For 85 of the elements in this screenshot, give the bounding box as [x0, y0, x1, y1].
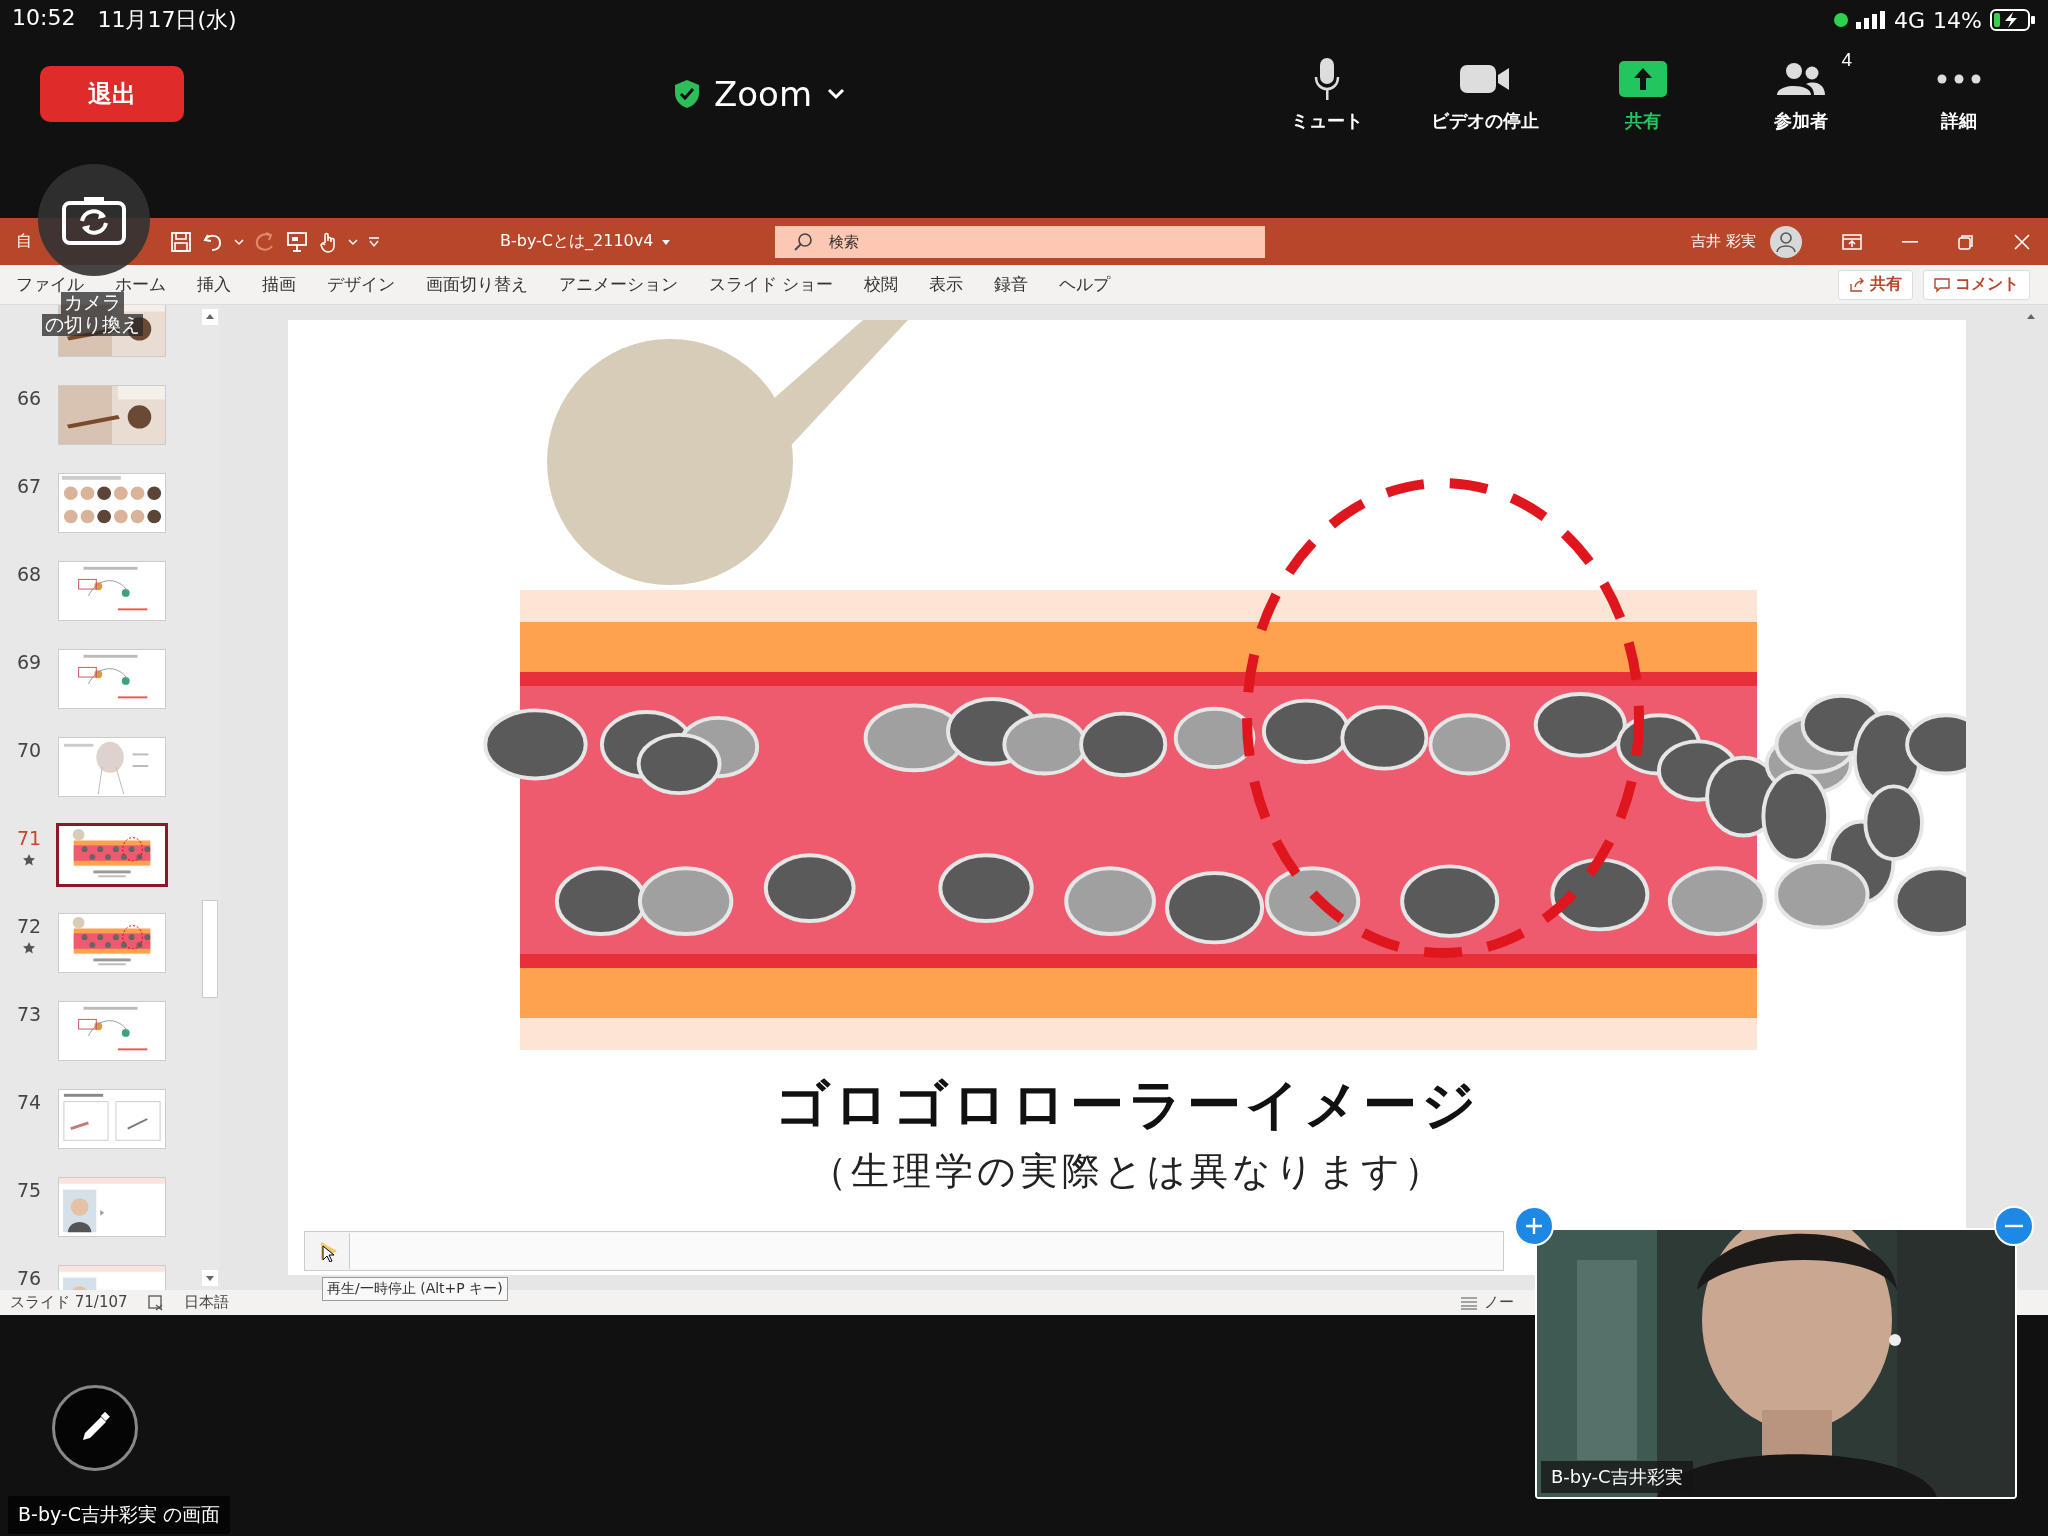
- share-button[interactable]: 共有: [1838, 269, 1913, 300]
- camera-switch-label: の切り換え: [42, 313, 143, 336]
- close-icon[interactable]: [2014, 233, 2030, 250]
- ribbon-tab[interactable]: 表示: [929, 273, 964, 296]
- touch-mode-icon[interactable]: [318, 230, 338, 253]
- scrollbar-thumb[interactable]: [202, 900, 218, 998]
- chevron-down-icon[interactable]: [826, 87, 846, 101]
- share-icon: [1849, 276, 1865, 293]
- accessibility-check-icon[interactable]: [147, 1294, 164, 1311]
- more-icon: [1937, 74, 1981, 84]
- slide-subtitle: （生理学の実際とは異なります）: [808, 1148, 1446, 1195]
- mic-control[interactable]: ミュート: [1248, 55, 1406, 133]
- search-icon: [793, 231, 814, 252]
- control-label: 詳細: [1941, 110, 1977, 133]
- camera-indicator-icon: [1834, 13, 1849, 27]
- minus-icon: [2004, 1224, 2024, 1228]
- slide-number: 74: [16, 1091, 42, 1113]
- control-label: ビデオの停止: [1431, 110, 1539, 133]
- ribbon-tab[interactable]: 描画: [262, 273, 296, 296]
- video-control[interactable]: ビデオの停止: [1406, 55, 1564, 133]
- ribbon-tab[interactable]: 挿入: [197, 273, 231, 296]
- clock-time: 10:52: [12, 5, 76, 32]
- tooltip: 再生/一時停止 (Alt+P キー): [322, 1277, 508, 1301]
- scroll-down-icon[interactable]: [202, 1270, 218, 1286]
- slide-title: ゴロゴロローラーイメージ: [774, 1072, 1480, 1138]
- network-type: 4G: [1894, 7, 1926, 33]
- control-label: 参加者: [1774, 110, 1828, 133]
- share-screen-icon: [1619, 61, 1667, 97]
- slide-number: 75: [16, 1179, 42, 1201]
- save-icon[interactable]: [170, 230, 192, 253]
- signal-icon: [1856, 11, 1887, 29]
- ribbon-tab[interactable]: デザイン: [327, 273, 395, 296]
- slide-number: 69: [16, 651, 42, 673]
- ribbon-tab[interactable]: アニメーション: [559, 273, 678, 296]
- camera-switch-label: カメラ: [61, 292, 124, 314]
- customize-icon[interactable]: [368, 235, 380, 248]
- share-control[interactable]: 共有: [1564, 55, 1722, 133]
- user-name: 吉井 彩実: [1691, 232, 1756, 251]
- ribbon-tab[interactable]: 校閲: [864, 273, 899, 296]
- restore-icon[interactable]: [1958, 233, 1974, 250]
- comment-icon: [1934, 276, 1950, 293]
- language-label[interactable]: 日本語: [183, 1293, 229, 1312]
- ribbon-tab[interactable]: 録音: [994, 273, 1029, 296]
- ribbon-tab[interactable]: 画面切り替え: [426, 273, 528, 296]
- control-label: ミュート: [1291, 110, 1363, 133]
- slide-number: 66: [16, 387, 42, 409]
- comment-button[interactable]: コメント: [1923, 269, 2030, 300]
- plus-icon: [1524, 1216, 1544, 1236]
- battery-percent: 14%: [1933, 7, 1982, 33]
- ribbon-tab[interactable]: ヘルプ: [1059, 273, 1111, 296]
- minimize-icon[interactable]: [1902, 240, 1918, 243]
- slide-number: 70: [16, 739, 42, 761]
- date-text: 11月17日(水): [97, 6, 237, 34]
- avatar-icon[interactable]: [1770, 225, 1802, 258]
- play-icon[interactable]: [319, 1240, 339, 1262]
- participant-name: B-by-C吉井彩実: [1541, 1461, 1693, 1493]
- presentation-icon[interactable]: [286, 230, 308, 253]
- slide-number: 76: [16, 1267, 42, 1289]
- search-field[interactable]: 検索: [775, 225, 1266, 258]
- microphone-icon: [1314, 57, 1340, 101]
- autosave-label: 自: [16, 231, 33, 252]
- charging-battery-icon: [1990, 9, 2036, 31]
- caret-icon[interactable]: [661, 237, 672, 246]
- notes-button[interactable]: ノー: [1484, 1293, 1514, 1312]
- file-name[interactable]: B-by-Cとは_2110v4: [500, 231, 654, 252]
- more-control[interactable]: 詳細: [1880, 55, 2038, 133]
- camera-rotate-icon: [62, 195, 126, 245]
- redo-icon: [254, 230, 276, 253]
- slide-number: 67: [16, 475, 42, 497]
- ribbon-display-icon[interactable]: [1842, 233, 1862, 250]
- slide-number: 73: [16, 1003, 42, 1025]
- slide-indicator: スライド 71/107: [10, 1293, 128, 1312]
- control-label: 共有: [1625, 110, 1661, 133]
- video-camera-icon: [1459, 63, 1511, 95]
- participants-icon: [1776, 62, 1826, 96]
- slide-number: 72: [16, 915, 42, 937]
- shield-check-icon: [674, 79, 700, 109]
- scroll-up-icon[interactable]: [202, 309, 218, 325]
- slide-thumbnail[interactable]: [56, 823, 168, 887]
- slide-number: 68: [16, 563, 42, 585]
- slide-number: 71: [16, 827, 42, 849]
- meeting-title[interactable]: Zoom: [714, 74, 812, 114]
- ribbon-tab[interactable]: スライド ショー: [709, 273, 834, 296]
- leave-button[interactable]: 退出: [40, 66, 184, 122]
- screen-share-label: B-by-C吉井彩実 の画面: [8, 1496, 231, 1534]
